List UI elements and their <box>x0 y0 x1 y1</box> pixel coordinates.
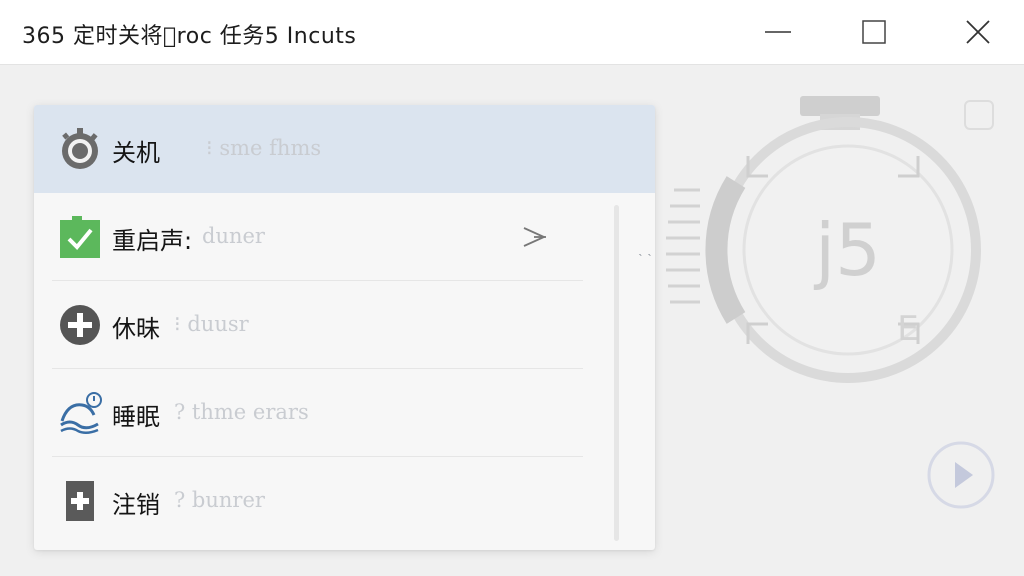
menu-item-hint: ? bunrer <box>174 488 265 512</box>
submenu-arrow-icon[interactable] <box>520 222 550 252</box>
timer-display: j5 <box>813 208 881 292</box>
menu-item-hibernate[interactable]: 休昧 ⁝ duusr <box>34 281 655 369</box>
check-icon <box>58 215 102 259</box>
stopwatch-icon: j5 E <box>666 96 981 383</box>
menu-item-label: 注销 <box>112 491 160 519</box>
minimize-icon <box>765 31 791 33</box>
title-bar: 365 定时关将𢍉roc 任务5 Incuts <box>0 0 1024 65</box>
action-menu: 关机 ⁝ sme fhms 重启声: duner 休昧 ⁝ duusr 睡眠 ?… <box>34 105 655 550</box>
menu-item-label: 重启声: <box>112 227 193 255</box>
menu-item-sleep[interactable]: 睡眠 ? thme erars <box>34 369 655 457</box>
close-icon <box>966 20 990 44</box>
scrollbar[interactable] <box>614 205 619 541</box>
maximize-button[interactable] <box>824 0 924 64</box>
option-checkbox[interactable] <box>964 100 994 130</box>
sleep-icon <box>58 391 102 435</box>
play-button[interactable] <box>926 440 996 510</box>
scroll-indicator: ˴ ˴ <box>638 246 652 262</box>
maximize-icon <box>862 20 886 44</box>
menu-item-hint: ⁝ sme fhms <box>206 136 322 160</box>
play-icon <box>955 462 973 488</box>
power-gear-icon <box>58 127 102 171</box>
window-title: 365 定时关将𢍉roc 任务5 Incuts <box>22 24 357 49</box>
menu-item-label: 睡眠 <box>112 403 160 431</box>
menu-item-logout[interactable]: 注销 ? bunrer <box>34 457 655 545</box>
menu-item-hint: ? thme erars <box>174 400 309 424</box>
menu-item-label: 休昧 <box>112 315 160 343</box>
menu-item-shutdown[interactable]: 关机 ⁝ sme fhms <box>34 105 655 193</box>
minimize-button[interactable] <box>728 0 828 64</box>
plus-circle-icon <box>58 303 102 347</box>
menu-item-hint: duner <box>202 224 265 248</box>
menu-item-label: 关机 <box>112 139 160 167</box>
plus-square-icon <box>58 479 102 523</box>
menu-item-restart[interactable]: 重启声: duner <box>34 193 655 281</box>
close-button[interactable] <box>928 0 1024 64</box>
menu-item-hint: ⁝ duusr <box>174 312 249 336</box>
timer-mark: E <box>897 309 918 349</box>
